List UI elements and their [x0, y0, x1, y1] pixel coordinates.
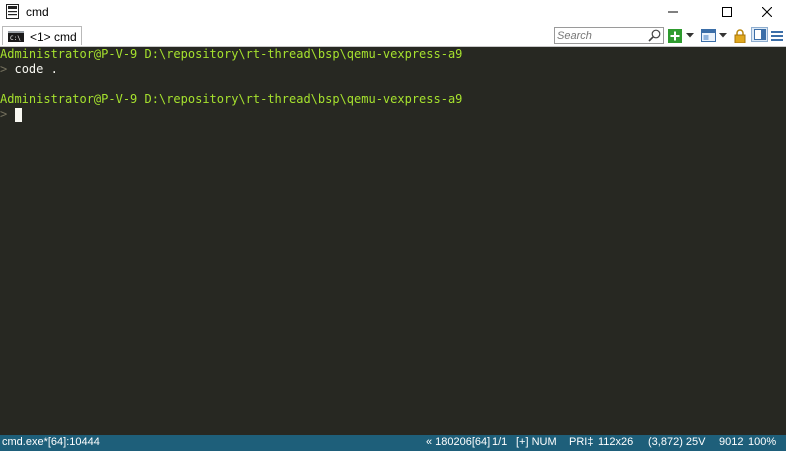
svg-text:C:\: C:\	[10, 35, 21, 42]
status-bar: cmd.exe*[64]:10444 « 180206[64] 1/1 [+] …	[0, 435, 786, 451]
status-console-index[interactable]: 1/1	[492, 436, 507, 448]
menu-icon	[771, 31, 783, 41]
status-console-size[interactable]: 112x26	[598, 436, 633, 448]
lock-button[interactable]	[734, 28, 748, 43]
terminal-line: >	[0, 107, 7, 122]
prompt-marker: >	[0, 107, 8, 121]
add-console-dropdown[interactable]	[686, 28, 695, 43]
status-keyboard-mode[interactable]: [+] NUM	[516, 436, 557, 448]
search-input[interactable]	[557, 28, 645, 43]
status-pid[interactable]: 9012	[719, 436, 743, 448]
prompt-marker: >	[0, 62, 8, 76]
close-button[interactable]	[744, 0, 786, 24]
lock-icon	[734, 28, 746, 43]
status-cursor-position[interactable]: (3,872) 25V	[648, 436, 705, 448]
text-cursor	[15, 108, 22, 122]
minimize-icon	[668, 11, 678, 13]
add-console-icon	[668, 28, 682, 43]
minimize-button[interactable]	[650, 0, 696, 24]
status-zoom[interactable]: 100%	[748, 436, 776, 448]
prompt-user: Administrator@P-V-9	[0, 92, 138, 106]
terminal-line: Administrator@P-V-9 D:\repository\rt-thr…	[0, 47, 462, 62]
view-icon	[701, 29, 716, 42]
prompt-user: Administrator@P-V-9	[0, 47, 138, 61]
terminal-line: Administrator@P-V-9 D:\repository\rt-thr…	[0, 92, 462, 107]
command-text: code .	[14, 62, 58, 76]
prompt-path: D:\repository\rt-thread\bsp\qemu-vexpres…	[144, 47, 463, 61]
tab-bar: C:\ <1> cmd	[0, 24, 786, 47]
title-bar: cmd	[0, 0, 786, 24]
prompt-path: D:\repository\rt-thread\bsp\qemu-vexpres…	[144, 92, 463, 106]
search-box	[554, 27, 664, 44]
close-icon	[762, 7, 772, 17]
view-dropdown[interactable]	[719, 28, 728, 43]
terminal-line: > code .	[0, 62, 58, 77]
tab-label: <1> cmd	[30, 30, 77, 44]
tab-cmd[interactable]: C:\ <1> cmd	[2, 26, 82, 45]
dropdown-arrow-icon	[686, 33, 694, 38]
split-pane-icon	[753, 29, 766, 40]
console-app-icon	[6, 4, 19, 19]
status-process[interactable]: cmd.exe*[64]:10444	[2, 436, 100, 448]
search-icon[interactable]	[648, 29, 661, 42]
console-icon: C:\	[8, 31, 24, 42]
status-priority[interactable]: PRI‡	[569, 436, 593, 448]
view-button[interactable]	[701, 28, 717, 43]
split-pane-button[interactable]	[751, 27, 768, 42]
dropdown-arrow-icon	[719, 33, 727, 38]
window-title: cmd	[26, 5, 49, 19]
add-console-button[interactable]	[668, 28, 683, 43]
menu-button[interactable]	[771, 28, 785, 43]
maximize-icon	[722, 7, 732, 17]
status-version[interactable]: « 180206[64]	[426, 436, 490, 448]
terminal-output[interactable]: Administrator@P-V-9 D:\repository\rt-thr…	[0, 47, 786, 435]
